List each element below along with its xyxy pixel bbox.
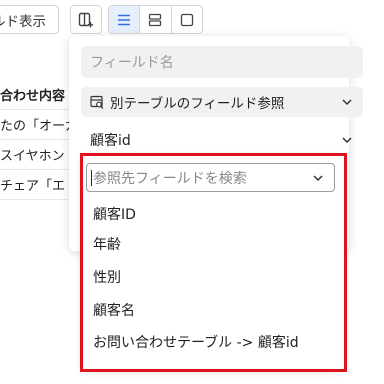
field-search-placeholder: 参照先フィールドを検索	[93, 170, 247, 187]
add-field-button[interactable]	[70, 5, 102, 34]
view-switcher	[108, 5, 203, 34]
field-name-input[interactable]: フィールド名	[81, 46, 363, 78]
dropdown-option[interactable]: 顧客ID	[93, 202, 136, 226]
chevron-down-icon	[342, 99, 352, 106]
chevron-down-icon	[342, 137, 352, 144]
list-view-icon	[118, 14, 131, 25]
field-display-label: ルド表示	[0, 13, 46, 30]
selected-field-label: 顧客id	[90, 133, 131, 149]
chevron-down-icon	[313, 174, 323, 181]
field-name-placeholder: フィールド名	[90, 55, 174, 71]
reference-field-select[interactable]: 顧客id	[81, 125, 363, 155]
dropdown-option[interactable]: 性別	[93, 265, 121, 289]
field-type-label: 別テーブルのフィールド参照	[110, 96, 285, 112]
split-view-button[interactable]	[140, 6, 172, 33]
background-table: 合わせ内容 たの「オーガ スイヤホン チェア「エ	[0, 80, 70, 200]
dropdown-option[interactable]: 年齢	[93, 232, 121, 256]
text-caret	[91, 169, 92, 186]
lookup-table-icon	[90, 95, 104, 109]
field-search-input[interactable]: 参照先フィールドを検索	[86, 163, 335, 192]
field-type-select[interactable]: 別テーブルのフィールド参照	[81, 87, 363, 117]
field-display-button[interactable]: ルド表示	[0, 5, 59, 34]
table-cell[interactable]: たの「オーガ	[0, 110, 70, 140]
dropdown-option[interactable]: お問い合わせテーブル -> 顧客id	[93, 330, 299, 354]
card-view-button[interactable]	[172, 6, 202, 33]
table-cell[interactable]: スイヤホン	[0, 140, 70, 170]
add-column-icon	[78, 12, 94, 27]
card-view-icon	[180, 13, 193, 26]
table-cell[interactable]: チェア「エ	[0, 170, 70, 200]
table-header-cell: 合わせ内容	[0, 80, 70, 110]
list-view-button[interactable]	[109, 6, 141, 33]
dropdown-option[interactable]: 顧客名	[93, 298, 135, 322]
split-view-icon	[149, 13, 162, 26]
